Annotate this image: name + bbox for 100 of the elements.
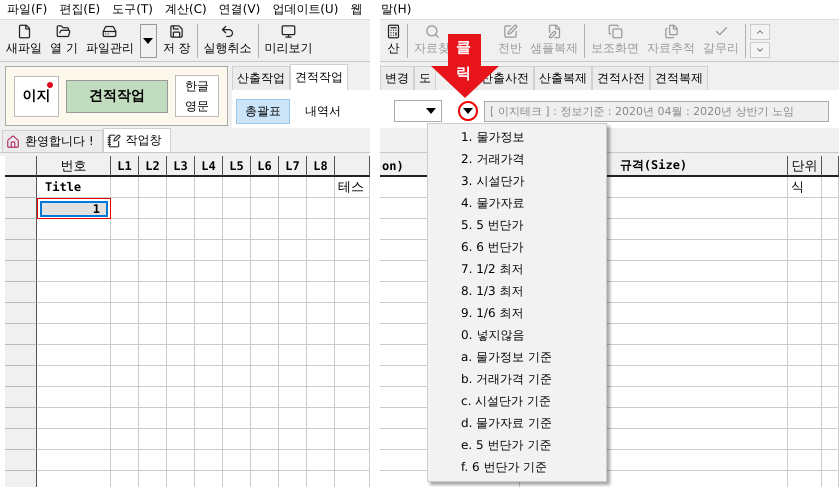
menu-item[interactable]: 말(H) — [381, 1, 412, 18]
table-cell — [111, 177, 139, 198]
document-tab[interactable]: 환영합니다 ! — [2, 130, 103, 152]
menu-option[interactable]: c. 시설단가 기준 — [428, 390, 606, 412]
menu-item[interactable]: 파일(F) — [7, 1, 48, 18]
tab[interactable]: 견적복제 — [650, 66, 708, 90]
table-cell — [167, 408, 195, 429]
menu-option[interactable]: 9. 1/6 최저 — [428, 302, 606, 324]
toolbar-dropdown-button[interactable] — [140, 24, 157, 58]
table-cell — [307, 240, 335, 261]
status-text: [ 이지테크 ] : 정보기준 : 2020년 04월 : 2020년 상반기 노임 — [484, 100, 829, 122]
table-cell — [279, 240, 307, 261]
tab[interactable]: 변경 — [380, 66, 414, 90]
combo-box[interactable] — [394, 100, 442, 122]
table-cell — [307, 282, 335, 303]
menu-option[interactable]: a. 물가정보 기준 — [428, 346, 606, 368]
table-cell — [111, 450, 139, 471]
table-cell — [822, 450, 839, 471]
table-cell — [139, 177, 167, 198]
table-cell — [279, 303, 307, 324]
table-cell — [195, 303, 223, 324]
menu-item[interactable]: 계산(C) — [164, 1, 207, 18]
language-option[interactable]: 영문 — [185, 98, 209, 114]
toolbar-button[interactable]: 새파일 — [4, 22, 44, 60]
table-cell — [195, 324, 223, 345]
selected-cell[interactable]: 1 — [37, 198, 111, 219]
table-cell — [223, 303, 251, 324]
table-cell — [111, 303, 139, 324]
menu-item[interactable]: 도구(T) — [112, 1, 153, 18]
tab[interactable]: 산출작업 — [232, 66, 290, 90]
tab[interactable]: 산출복제 — [534, 66, 592, 90]
table-cell — [111, 240, 139, 261]
column-header: L3 — [167, 156, 195, 177]
table-cell — [195, 282, 223, 303]
document-tab[interactable]: 작업창 — [102, 128, 171, 152]
menu-item[interactable]: 편집(E) — [59, 1, 100, 18]
sub-tab[interactable]: 내역서 — [296, 98, 350, 124]
table-cell — [195, 450, 223, 471]
toolbar-button[interactable]: 파일관리 — [84, 22, 136, 60]
menu-option[interactable]: e. 5 번단가 기준 — [428, 434, 606, 456]
table-cell — [223, 240, 251, 261]
table-cell — [788, 198, 822, 219]
table-cell — [139, 282, 167, 303]
menu-item[interactable]: 웹 — [350, 1, 362, 18]
menu-option[interactable]: 5. 5 번단가 — [428, 214, 606, 236]
table-cell — [223, 219, 251, 240]
table-cell — [167, 387, 195, 408]
table-cell — [279, 219, 307, 240]
table-cell — [279, 324, 307, 345]
column-header: L2 — [139, 156, 167, 177]
table-cell — [139, 240, 167, 261]
toolbar-button[interactable]: 열 기 — [48, 22, 80, 60]
menu-option[interactable]: 4. 물가자료 — [428, 192, 606, 214]
menu-option[interactable]: f. 6 번단가 기준 — [428, 456, 606, 478]
table-cell — [111, 408, 139, 429]
tab[interactable]: 견적사전 — [592, 66, 650, 90]
toolbar-button[interactable]: 실행취소 — [202, 22, 254, 60]
mode-button[interactable]: 견적작업 — [66, 80, 168, 112]
column-header: 단위 — [788, 156, 822, 177]
sub-tab[interactable]: 총괄표 — [236, 98, 290, 124]
menu-option[interactable]: 0. 넣지않음 — [428, 324, 606, 346]
notepad-icon — [106, 134, 121, 148]
toolbar-button[interactable]: 산 — [384, 22, 403, 60]
toolbar-icon — [56, 24, 72, 39]
table-cell — [788, 366, 822, 387]
table-cell — [139, 408, 167, 429]
table-cell — [279, 387, 307, 408]
table-cell — [822, 303, 839, 324]
table-cell — [223, 387, 251, 408]
table-cell — [223, 408, 251, 429]
toolbar-button[interactable]: 저 장 — [160, 22, 193, 60]
toolbar-icon — [664, 24, 678, 39]
table-cell — [788, 240, 822, 261]
menu-option[interactable]: b. 거래가격 기준 — [428, 368, 606, 390]
caret-icon — [463, 108, 473, 114]
dropdown-button[interactable] — [458, 101, 478, 121]
tab[interactable]: 견적작업 — [290, 64, 348, 90]
menu-option[interactable]: d. 물가자료 기준 — [428, 412, 606, 434]
table-cell — [111, 429, 139, 450]
logo: 이지 — [14, 76, 59, 116]
column-header: L1 — [111, 156, 139, 177]
menu-option[interactable]: 8. 1/3 최저 — [428, 280, 606, 302]
toolbar-button[interactable]: 미리보기 — [262, 22, 315, 60]
table-cell — [251, 219, 279, 240]
menu-option[interactable]: 7. 1/2 최저 — [428, 258, 606, 280]
table-cell — [195, 345, 223, 366]
table-cell — [788, 345, 822, 366]
table-cell — [139, 219, 167, 240]
table-cell: Title — [37, 177, 111, 198]
menu-item[interactable]: 업데이트(U) — [272, 1, 338, 18]
language-option[interactable]: 한글 — [185, 78, 209, 94]
menu-item[interactable]: 연결(V) — [218, 1, 260, 18]
menu-option[interactable]: 1. 물가정보 — [428, 126, 606, 148]
table-cell — [822, 177, 839, 198]
callout-text: 릭 — [456, 65, 471, 82]
menu-option[interactable]: 6. 6 번단가 — [428, 236, 606, 258]
table-cell — [223, 198, 251, 219]
toolbar-icon — [281, 24, 296, 39]
table-cell — [307, 324, 335, 345]
tab[interactable]: 도 — [414, 66, 436, 90]
